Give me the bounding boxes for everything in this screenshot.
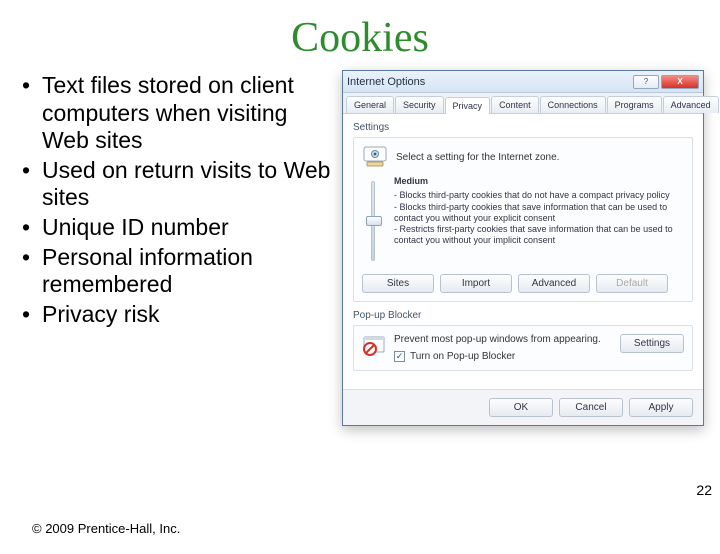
tab-privacy[interactable]: Privacy	[445, 97, 491, 114]
import-button[interactable]: Import	[440, 274, 512, 293]
bullet-list: Text files stored on client computers wh…	[38, 72, 338, 330]
help-button[interactable]: ?	[633, 75, 659, 89]
page-number: 22	[696, 482, 712, 498]
bullet-item: Personal information remembered	[38, 244, 338, 299]
cancel-button[interactable]: Cancel	[559, 398, 623, 417]
privacy-level: Medium	[394, 176, 684, 186]
default-button[interactable]: Default	[596, 274, 668, 293]
advanced-button[interactable]: Advanced	[518, 274, 590, 293]
settings-group-label: Settings	[353, 122, 693, 133]
privacy-desc-line: - Blocks third-party cookies that do not…	[394, 190, 684, 201]
dialog-footer: OK Cancel Apply	[343, 389, 703, 425]
popup-settings-button[interactable]: Settings	[620, 334, 684, 353]
tab-general[interactable]: General	[346, 96, 394, 113]
titlebar: Internet Options ? X	[343, 71, 703, 93]
tab-advanced[interactable]: Advanced	[663, 96, 719, 113]
ok-button[interactable]: OK	[489, 398, 553, 417]
slide-title: Cookies	[0, 14, 720, 62]
copyright: © 2009 Prentice-Hall, Inc.	[32, 521, 180, 536]
settings-group: Select a setting for the Internet zone. …	[353, 137, 693, 302]
bullet-item: Unique ID number	[38, 214, 338, 242]
slider-thumb[interactable]	[366, 216, 382, 226]
tab-strip: General Security Privacy Content Connect…	[343, 93, 703, 114]
privacy-level-description: Medium - Blocks third-party cookies that…	[394, 176, 684, 266]
close-button[interactable]: X	[661, 75, 699, 89]
tab-programs[interactable]: Programs	[607, 96, 662, 113]
popup-checkbox-label: Turn on Pop-up Blocker	[410, 351, 515, 362]
tab-connections[interactable]: Connections	[540, 96, 606, 113]
privacy-desc-line: - Blocks third-party cookies that save i…	[394, 202, 684, 224]
internet-options-dialog: Internet Options ? X General Security Pr…	[342, 70, 704, 426]
privacy-slider[interactable]	[362, 176, 384, 266]
embedded-screenshot: Internet Options ? X General Security Pr…	[338, 72, 700, 330]
tab-security[interactable]: Security	[395, 96, 444, 113]
popup-blocker-icon	[362, 334, 386, 358]
popup-group: Prevent most pop-up windows from appeari…	[353, 325, 693, 371]
apply-button[interactable]: Apply	[629, 398, 693, 417]
zone-text: Select a setting for the Internet zone.	[396, 152, 559, 163]
bullet-item: Privacy risk	[38, 301, 338, 329]
bullet-item: Text files stored on client computers wh…	[38, 72, 338, 155]
privacy-desc-line: - Restricts first-party cookies that sav…	[394, 224, 684, 246]
popup-checkbox[interactable]: ✓	[394, 351, 405, 362]
tab-content[interactable]: Content	[491, 96, 539, 113]
popup-group-label: Pop-up Blocker	[353, 310, 693, 321]
dialog-title: Internet Options	[347, 76, 425, 88]
sites-button[interactable]: Sites	[362, 274, 434, 293]
popup-desc: Prevent most pop-up windows from appeari…	[394, 334, 612, 345]
privacy-eye-icon	[362, 146, 388, 168]
bullet-item: Used on return visits to Web sites	[38, 157, 338, 212]
